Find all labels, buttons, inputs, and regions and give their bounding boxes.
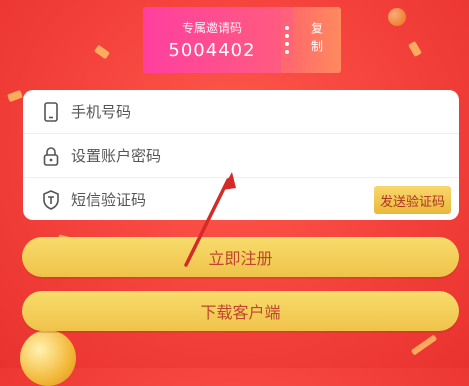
annotation-arrow-icon [184, 172, 236, 267]
